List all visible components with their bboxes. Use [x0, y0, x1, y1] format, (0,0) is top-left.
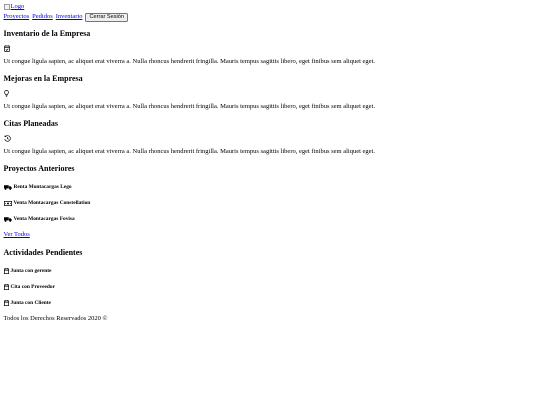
section-icon-row	[3, 45, 537, 52]
logo[interactable]: Logo	[3, 3, 537, 11]
section-text-mejoras: Ut congue ligula sapien, ac aliquet erat…	[3, 103, 375, 111]
view-all-link[interactable]: Ver Todos	[4, 231, 30, 239]
history-icon	[3, 135, 11, 142]
top-nav: Proyectos Pedidos Inventario Cerrar Sesi…	[4, 12, 537, 22]
broken-image-icon	[3, 4, 10, 10]
project-item-label: Renta Montacargas Lego	[13, 184, 72, 191]
section-title-citas: Citas Planeadas	[3, 119, 58, 129]
truck-icon	[3, 217, 12, 222]
activity-item: Cita con Proveedor	[3, 283, 537, 291]
activity-item-label: Junta con Cliente	[10, 299, 51, 306]
truck-icon	[3, 185, 12, 190]
calendar-icon	[3, 299, 9, 306]
page: Logo Proyectos Pedidos Inventario Cerrar…	[0, 0, 540, 323]
projects-title: Proyectos Anteriores	[3, 164, 75, 174]
activity-item: Junta con gerente	[3, 267, 537, 275]
project-item: Renta Montacargas Lego	[3, 183, 537, 191]
section-icon-row	[3, 90, 537, 97]
activity-item-label: Junta con gerente	[10, 267, 52, 274]
activity-item-label: Cita con Proveedor	[10, 283, 56, 290]
section-text-citas: Ut congue ligula sapien, ac aliquet erat…	[3, 148, 375, 156]
nav-link-inventario[interactable]: Inventario	[56, 13, 83, 21]
nav-link-proyectos[interactable]: Proyectos	[4, 13, 30, 21]
calendar-check-icon	[3, 45, 10, 52]
money-bill-icon	[3, 200, 12, 206]
section-icon-row	[3, 135, 537, 142]
project-item-label: Venta Montacargas Constellation	[13, 200, 91, 207]
project-item-label: Venta Montacargas Fovisa	[13, 216, 75, 223]
calendar-icon	[3, 267, 9, 274]
footer-text: Todos los Derechos Reservados 2020 ©	[3, 314, 108, 322]
nav-link-pedidos[interactable]: Pedidos	[32, 13, 53, 21]
calendar-icon	[3, 283, 9, 290]
activities-title: Actividades Pendientes	[3, 247, 83, 257]
section-title-inventario: Inventario de la Empresa	[3, 29, 91, 38]
logo-alt-text[interactable]: Logo	[11, 3, 25, 11]
project-item: Venta Montacargas Fovisa	[3, 215, 537, 223]
logout-button[interactable]: Cerrar Sesión	[85, 12, 128, 22]
activity-item: Junta con Cliente	[3, 299, 537, 307]
section-title-mejoras: Mejoras en la Empresa	[3, 74, 83, 84]
project-item: Venta Montacargas Constellation	[3, 199, 537, 207]
lightbulb-icon	[3, 90, 9, 97]
section-text-inventario: Ut congue ligula sapien, ac aliquet erat…	[3, 58, 375, 65]
